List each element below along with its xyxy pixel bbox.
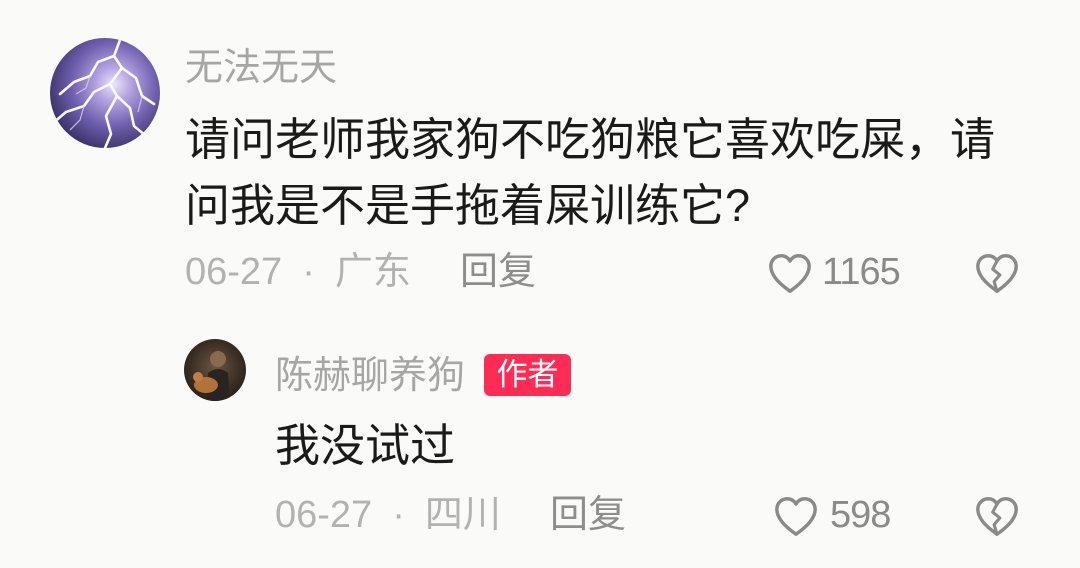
reply-username[interactable]: 陈赫聊养狗 [275, 353, 465, 399]
reply-button[interactable]: 回复 [550, 492, 626, 538]
avatar-image [50, 38, 160, 148]
broken-heart-icon [976, 497, 1018, 536]
meta-separator: · [302, 251, 315, 293]
meta-separator: · [392, 494, 405, 536]
reply-text: 我没试过 [275, 420, 456, 471]
reply-meta: 06-27 · 四川 [275, 492, 501, 538]
broken-heart-icon [976, 254, 1018, 293]
heart-outline-icon [769, 254, 811, 293]
comment-date: 06-27 [185, 251, 283, 293]
reply-location: 四川 [424, 494, 501, 536]
like-count: 598 [830, 494, 891, 536]
reply-button[interactable]: 回复 [460, 249, 536, 295]
comment-text: 请问老师我家狗不吃狗粮它喜欢吃屎，请问我是不是手拖着屎训练它? [185, 114, 996, 231]
comment-username[interactable]: 无法无天 [185, 45, 337, 91]
dislike-button[interactable] [974, 494, 1020, 538]
reply-date: 06-27 [275, 494, 373, 536]
comment-meta: 06-27 · 广东 [185, 249, 411, 295]
like-button[interactable] [767, 251, 813, 295]
comment-location: 广东 [334, 251, 411, 293]
like-button[interactable] [773, 494, 819, 538]
author-badge: 作者 [484, 354, 571, 396]
like-count: 1165 [822, 251, 901, 293]
heart-outline-icon [775, 497, 817, 536]
avatar-image [184, 339, 246, 401]
avatar[interactable] [50, 38, 160, 148]
dislike-button[interactable] [974, 251, 1020, 295]
avatar[interactable] [184, 339, 246, 401]
